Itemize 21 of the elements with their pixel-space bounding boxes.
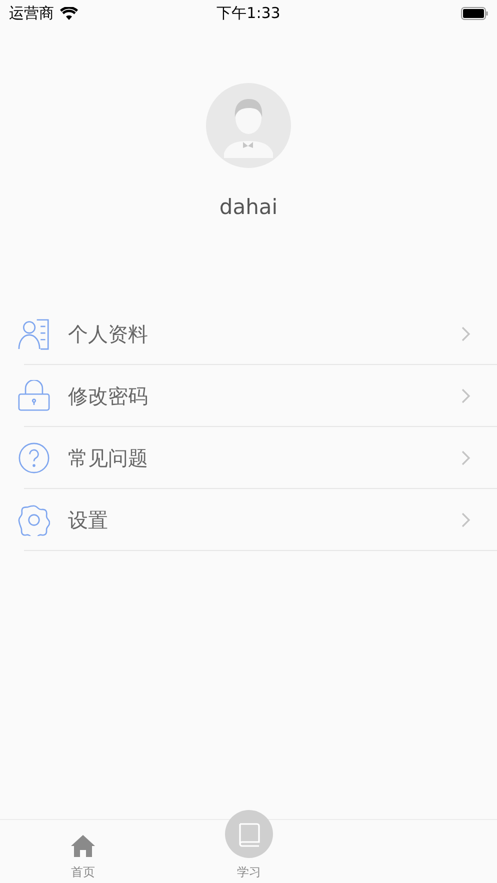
home-icon	[70, 834, 96, 858]
menu-item[interactable]: 设置	[68, 506, 461, 534]
carrier-label: 运营商	[9, 4, 54, 22]
contact-card-icon	[18, 318, 50, 350]
tab-item[interactable]: 学习	[166, 810, 332, 881]
menu-item[interactable]: 修改密码	[68, 382, 461, 410]
settings-icon	[18, 504, 50, 536]
wifi-icon	[60, 6, 78, 20]
battery-icon	[461, 6, 489, 20]
chevron-right-icon	[461, 326, 471, 342]
menu-item[interactable]: 常见问题	[68, 444, 461, 472]
user-name: dahai	[219, 195, 278, 219]
tab-item[interactable]: 首页	[0, 834, 166, 881]
book-icon	[225, 810, 273, 858]
help-icon	[18, 442, 50, 474]
chevron-right-icon	[461, 388, 471, 404]
status-time: 下午1:33	[216, 4, 280, 22]
chevron-right-icon	[461, 450, 471, 466]
menu-item[interactable]: 个人资料	[68, 320, 461, 348]
chevron-right-icon	[461, 512, 471, 528]
lock-icon	[18, 380, 50, 412]
